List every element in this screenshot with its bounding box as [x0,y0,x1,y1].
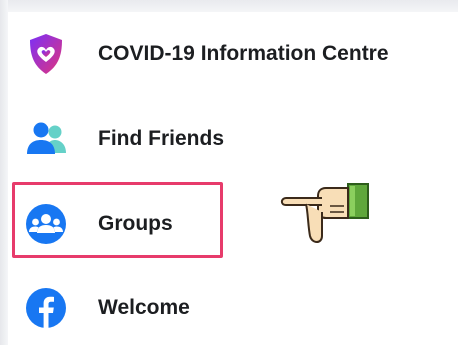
left-edge-shadow [0,0,8,345]
sidebar-item-welcome[interactable]: Welcome [20,278,440,338]
sidebar-item-covid[interactable]: COVID-19 Information Centre [20,24,440,84]
sidebar-item-label: COVID-19 Information Centre [98,42,389,65]
highlight-box [12,182,223,258]
sidebar-item-label: Find Friends [98,127,224,150]
top-edge-shadow [0,0,458,12]
pointing-hand-icon [278,182,370,248]
sidebar-menu: COVID-19 Information Centre Find Friends [0,0,458,345]
sidebar-item-label: Welcome [98,296,190,319]
sidebar-item-find-friends[interactable]: Find Friends [20,109,440,169]
shield-heart-icon [20,28,72,80]
facebook-logo-icon [20,282,72,334]
people-icon [20,113,72,165]
